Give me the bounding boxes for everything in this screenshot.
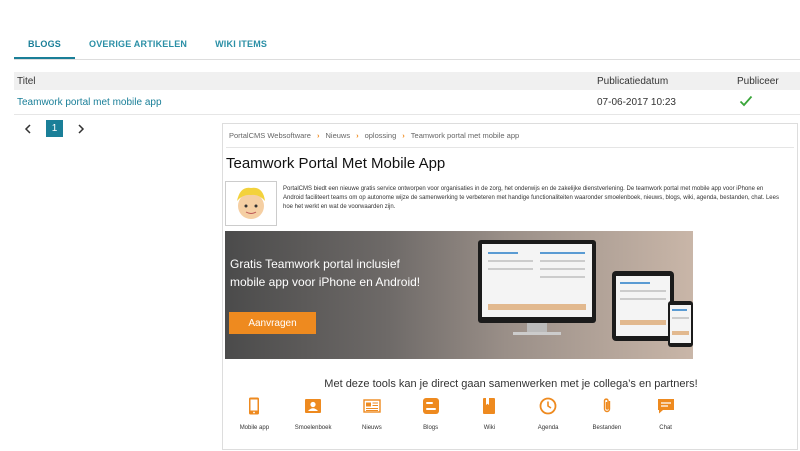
banner-line-1: Gratis Teamwork portal inclusief [230, 257, 400, 271]
tool-agenda[interactable]: Agenda [519, 396, 578, 431]
column-header-date[interactable]: Publicatiedatum [597, 76, 668, 87]
breadcrumb-item[interactable]: Nieuws [325, 131, 350, 140]
tool-chat[interactable]: Chat [636, 396, 695, 431]
tool-mobile-app[interactable]: Mobile app [225, 396, 284, 431]
tools-tagline: Met deze tools kan je direct gaan samenw… [324, 378, 698, 390]
avatar [225, 181, 277, 226]
tab-blogs[interactable]: BLOGS [14, 30, 76, 59]
blogger-icon [422, 398, 439, 414]
column-header-publish[interactable]: Publiceer [737, 76, 779, 87]
paperclip-icon [603, 398, 611, 413]
tool-wiki[interactable]: Wiki [460, 396, 519, 431]
desktop-monitor-image [478, 240, 596, 323]
promo-banner: Gratis Teamwork portal inclusief mobile … [225, 231, 693, 359]
tab-divider [14, 59, 800, 60]
column-header-title[interactable]: Titel [17, 76, 36, 87]
breadcrumb-chevron-icon: › [356, 131, 359, 140]
chevron-right-icon[interactable] [75, 122, 87, 136]
tool-label: Mobile app [239, 425, 270, 431]
breadcrumb-chevron-icon: › [316, 131, 320, 140]
breadcrumb-chevron-icon: › [402, 131, 405, 140]
breadcrumb: PortalCMS Websoftware › Nieuws › oplossi… [229, 131, 519, 140]
clock-icon [539, 397, 557, 415]
contact-card-icon [305, 399, 322, 413]
banner-line-2: mobile app voor iPhone en Android! [230, 275, 421, 289]
phone-image [668, 301, 693, 347]
aanvragen-button[interactable]: Aanvragen [229, 312, 316, 334]
newspaper-icon [363, 399, 381, 413]
monitor-stand-base [513, 332, 561, 335]
tool-label: Chat [659, 425, 672, 431]
tool-label: Agenda [537, 425, 559, 431]
book-icon [483, 398, 496, 414]
tool-nieuws[interactable]: Nieuws [343, 396, 402, 431]
row-date: 07-06-2017 10:23 [597, 97, 676, 108]
tool-label: Wiki [483, 425, 496, 431]
tool-blogs[interactable]: Blogs [401, 396, 460, 431]
banner-text: Gratis Teamwork portal inclusief mobile … [230, 255, 420, 291]
check-icon[interactable] [739, 95, 753, 107]
breadcrumb-item[interactable]: oplossing [365, 131, 397, 140]
tab-wiki-items[interactable]: WIKI ITEMS [201, 30, 281, 59]
article-preview: PortalCMS Websoftware › Nieuws › oplossi… [222, 123, 798, 450]
article-intro: PortalCMS biedt een nieuwe gratis servic… [283, 186, 779, 210]
tool-label: Smoelenboek [294, 425, 332, 431]
tool-label: Blogs [423, 425, 439, 431]
chevron-left-icon[interactable] [22, 122, 34, 136]
page-number-current[interactable]: 1 [46, 120, 63, 137]
tool-smoelenboek[interactable]: Smoelenboek [284, 396, 343, 431]
breadcrumb-item[interactable]: PortalCMS Websoftware [229, 131, 311, 140]
tab-overige-artikelen[interactable]: OVERIGE ARTIKELEN [75, 30, 201, 59]
table-row[interactable]: Teamwork portal met mobile app 07-06-201… [14, 92, 800, 115]
table-header: Titel Publicatiedatum Publiceer [14, 72, 800, 90]
article-title: Teamwork Portal Met Mobile App [226, 155, 446, 172]
tool-bestanden[interactable]: Bestanden [578, 396, 637, 431]
tool-label: Nieuws [362, 425, 382, 431]
breadcrumb-divider [226, 147, 794, 148]
phone-icon [249, 397, 260, 415]
chat-icon [657, 399, 674, 414]
row-title-link[interactable]: Teamwork portal met mobile app [17, 97, 162, 108]
tool-label: Bestanden [592, 425, 622, 431]
tools-list: Mobile app Smoelenboek Nieuws Blogs Wiki… [225, 396, 695, 431]
pagination: 1 [22, 120, 87, 137]
breadcrumb-item-current: Teamwork portal met mobile app [410, 131, 520, 140]
tablet-image [612, 271, 674, 341]
content-tabs: BLOGS OVERIGE ARTIKELEN WIKI ITEMS [14, 30, 281, 59]
